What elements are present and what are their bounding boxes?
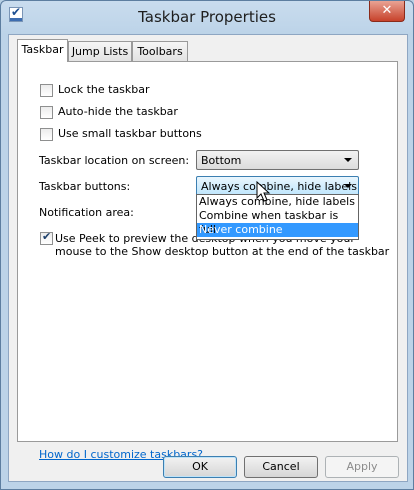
taskbar-tab-panel: Lock the taskbar Auto-hide the taskbar U… [17,61,398,461]
lock-taskbar-checkbox[interactable] [40,84,53,97]
taskbar-buttons-options-list: Always combine, hide labels Combine when… [196,194,359,240]
dialog-client-area: Taskbar Jump Lists Toolbars Lock the tas… [8,34,408,482]
tab-taskbar[interactable]: Taskbar [17,39,68,62]
lock-taskbar-label[interactable]: Lock the taskbar [58,83,150,96]
close-icon: ✕ [381,3,393,18]
apply-button[interactable]: Apply [325,456,399,478]
small-buttons-label[interactable]: Use small taskbar buttons [58,127,202,140]
title-bar[interactable]: ✔ Taskbar Properties ✕ [1,1,413,33]
taskbar-buttons-dropdown[interactable]: Always combine, hide labels [196,176,359,196]
taskbar-buttons-value: Always combine, hide labels [201,180,357,193]
location-label: Taskbar location on screen: [39,154,190,167]
cancel-button[interactable]: Cancel [244,456,318,478]
auto-hide-checkbox[interactable] [40,106,53,119]
window-title: Taskbar Properties [138,8,276,26]
auto-hide-label[interactable]: Auto-hide the taskbar [58,105,178,118]
location-value: Bottom [201,154,242,167]
tab-toolbars[interactable]: Toolbars [132,41,188,61]
notification-area-label: Notification area: [39,206,134,219]
option-always-combine[interactable]: Always combine, hide labels [197,195,358,209]
mouse-pointer-icon [256,181,271,202]
tab-jump-lists[interactable]: Jump Lists [68,41,132,61]
peek-checkbox[interactable] [40,230,53,245]
option-never-combine[interactable]: Never combine [197,223,358,237]
taskbar-buttons-label: Taskbar buttons: [39,180,131,193]
chevron-down-icon [344,184,352,188]
ok-button[interactable]: OK [163,456,237,478]
taskbar-properties-window: ✔ Taskbar Properties ✕ Taskbar Jump List… [0,0,414,490]
location-dropdown[interactable]: Bottom [196,150,359,170]
chevron-down-icon [344,158,352,162]
small-buttons-checkbox[interactable] [40,128,53,141]
close-button[interactable]: ✕ [369,1,405,22]
option-combine-when-full[interactable]: Combine when taskbar is full [197,209,358,236]
